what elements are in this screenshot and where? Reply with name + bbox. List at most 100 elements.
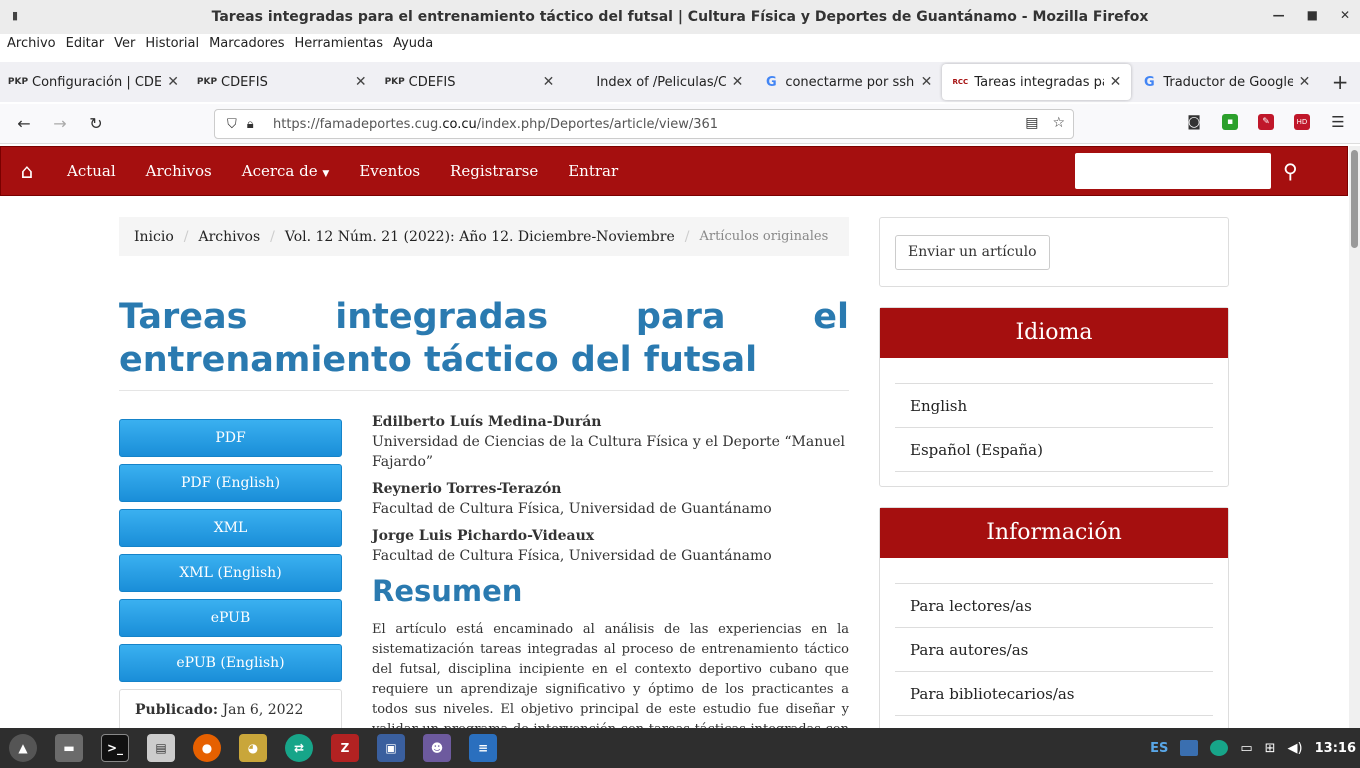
tab-close-icon[interactable]: ✕ — [543, 74, 555, 90]
scrollbar-thumb[interactable] — [1351, 150, 1358, 248]
start-menu[interactable]: ▲ — [0, 728, 46, 768]
divider — [119, 390, 849, 391]
taskbar-terminal[interactable]: >_ — [92, 728, 138, 768]
pidgin-icon: ☻ — [423, 734, 451, 762]
nav-entrar[interactable]: Entrar — [568, 162, 618, 180]
submit-article-button[interactable]: Enviar un artículo — [895, 235, 1050, 270]
menu-editar[interactable]: Editar — [66, 36, 105, 58]
author-entry: Reynerio Torres-Terazón Facultad de Cult… — [372, 480, 852, 519]
tab-cdefis-2[interactable]: PKP CDEFIS ✕ — [377, 62, 565, 102]
taskbar-archive[interactable]: ▤ — [138, 728, 184, 768]
taskbar-xmind[interactable]: ⇄ — [276, 728, 322, 768]
author-entry: Jorge Luis Pichardo-Videaux Facultad de … — [372, 527, 852, 566]
xml-button[interactable]: XML — [119, 509, 342, 547]
firefox-icon: ● — [193, 734, 221, 762]
tab-close-icon[interactable]: ✕ — [921, 74, 933, 90]
network-icon[interactable]: ⊞ — [1265, 741, 1276, 756]
info-autores[interactable]: Para autores/as — [895, 628, 1213, 672]
forward-arrow-icon[interactable]: → — [42, 114, 78, 133]
info-lectores[interactable]: Para lectores/as — [895, 584, 1213, 628]
blank-favicon-icon — [574, 74, 590, 90]
caret-down-icon: ▼ — [322, 169, 330, 179]
taskbar-screenshot[interactable]: ▣ — [368, 728, 414, 768]
window-menu-icon[interactable]: ▮ — [12, 9, 18, 22]
taskbar-filezilla[interactable]: Z — [322, 728, 368, 768]
reload-icon[interactable]: ↻ — [78, 114, 114, 133]
nav-archivos[interactable]: Archivos — [146, 162, 212, 180]
home-icon[interactable]: ⌂ — [1, 159, 53, 183]
language-espanol[interactable]: Español (España) — [895, 428, 1213, 472]
network-monitor-icon[interactable] — [1180, 740, 1199, 756]
nav-registrarse[interactable]: Registrarse — [450, 162, 538, 180]
tab-label: conectarme por ssh a — [785, 74, 915, 90]
language-english[interactable]: English — [895, 384, 1213, 428]
hamburger-menu-icon[interactable]: ☰ — [1330, 113, 1346, 131]
menu-ver[interactable]: Ver — [114, 36, 135, 58]
bookmark-star-icon[interactable]: ☆ — [1052, 115, 1065, 131]
info-bibliotecarios[interactable]: Para bibliotecarios/as — [895, 672, 1213, 716]
volume-icon[interactable]: ◀) — [1288, 741, 1303, 756]
close-icon[interactable]: ✕ — [1340, 8, 1350, 22]
breadcrumb-current: Artículos originales — [699, 229, 829, 244]
menu-archivo[interactable]: Archivo — [7, 36, 56, 58]
breadcrumb-separator: / — [270, 228, 275, 245]
maximize-icon[interactable]: ■ — [1307, 8, 1318, 22]
author-name: Reynerio Torres-Terazón — [372, 481, 562, 497]
filezilla-icon: Z — [331, 734, 359, 762]
tab-traductor[interactable]: G Traductor de Google ✕ — [1131, 62, 1320, 102]
drive-icon[interactable]: ▭ — [1240, 741, 1252, 756]
tab-cdefis-1[interactable]: PKP CDEFIS ✕ — [189, 62, 377, 102]
tab-index-peliculas[interactable]: Index of /Peliculas/Cuban ✕ — [564, 62, 753, 102]
taskbar-gimp[interactable]: ◕ — [230, 728, 276, 768]
menu-ayuda[interactable]: Ayuda — [393, 36, 433, 58]
pocket-icon[interactable]: ◙ — [1186, 114, 1202, 130]
tab-close-icon[interactable]: ✕ — [167, 74, 179, 90]
menu-herramientas[interactable]: Herramientas — [295, 36, 384, 58]
address-bar[interactable]: ⛉ 🔒︎ https://famadeportes.cug. co.cu/inde… — [214, 109, 1074, 139]
hd-extension-icon[interactable]: HD — [1294, 114, 1310, 130]
pdf-english-button[interactable]: PDF (English) — [119, 464, 342, 502]
clock[interactable]: 13:16 — [1315, 741, 1356, 756]
search-input[interactable] — [1075, 153, 1271, 189]
breadcrumb-issue[interactable]: Vol. 12 Núm. 21 (2022): Año 12. Diciembr… — [285, 229, 675, 245]
page-scrollbar[interactable] — [1349, 146, 1360, 728]
nav-eventos[interactable]: Eventos — [359, 162, 420, 180]
taskbar-pidgin[interactable]: ☻ — [414, 728, 460, 768]
tab-ssh[interactable]: G conectarme por ssh a ✕ — [753, 62, 942, 102]
breadcrumb-archivos[interactable]: Archivos — [199, 229, 261, 245]
menu-historial[interactable]: Historial — [145, 36, 199, 58]
taskbar-writer[interactable]: ≡ — [460, 728, 506, 768]
tab-tareas-integradas[interactable]: RCC Tareas integradas par ✕ — [942, 64, 1132, 100]
minimize-icon[interactable]: — — [1273, 8, 1285, 22]
menu-marcadores[interactable]: Marcadores — [209, 36, 284, 58]
tab-close-icon[interactable]: ✕ — [1299, 74, 1311, 90]
taskbar-firefox[interactable]: ● — [184, 728, 230, 768]
rcc-favicon-icon: RCC — [952, 78, 969, 86]
back-arrow-icon[interactable]: ← — [6, 114, 42, 133]
epub-english-button[interactable]: ePUB (English) — [119, 644, 342, 682]
epub-button[interactable]: ePUB — [119, 599, 342, 637]
tab-close-icon[interactable]: ✕ — [355, 74, 367, 90]
taskbar-files[interactable]: ▬ — [46, 728, 92, 768]
language-panel-title: Idioma — [880, 308, 1228, 358]
shield-icon[interactable]: ⛉ — [227, 117, 237, 132]
teamviewer-tray-icon[interactable] — [1210, 740, 1229, 756]
tab-close-icon[interactable]: ✕ — [1110, 74, 1122, 90]
extension-red-icon[interactable]: ✎ — [1258, 114, 1274, 130]
breadcrumb-inicio[interactable]: Inicio — [134, 229, 174, 245]
pdf-button[interactable]: PDF — [119, 419, 342, 457]
lock-icon[interactable]: 🔒︎ — [247, 117, 254, 132]
extension-green-icon[interactable]: ▪ — [1222, 114, 1238, 130]
reader-view-icon[interactable]: ▤ — [1025, 115, 1038, 131]
tab-configuracion[interactable]: PKP Configuración | CDEFI ✕ — [0, 62, 189, 102]
search-icon[interactable]: ⚲ — [1283, 159, 1298, 183]
xml-english-button[interactable]: XML (English) — [119, 554, 342, 592]
nav-acerca-de[interactable]: Acerca de ▼ — [242, 162, 330, 180]
archive-icon: ▤ — [147, 734, 175, 762]
author-name: Edilberto Luís Medina-Durán — [372, 414, 602, 430]
gimp-icon: ◕ — [239, 734, 267, 762]
tab-close-icon[interactable]: ✕ — [732, 74, 744, 90]
new-tab-plus-icon[interactable]: + — [1320, 62, 1360, 102]
keyboard-layout[interactable]: ES — [1150, 741, 1168, 756]
nav-actual[interactable]: Actual — [67, 162, 116, 180]
